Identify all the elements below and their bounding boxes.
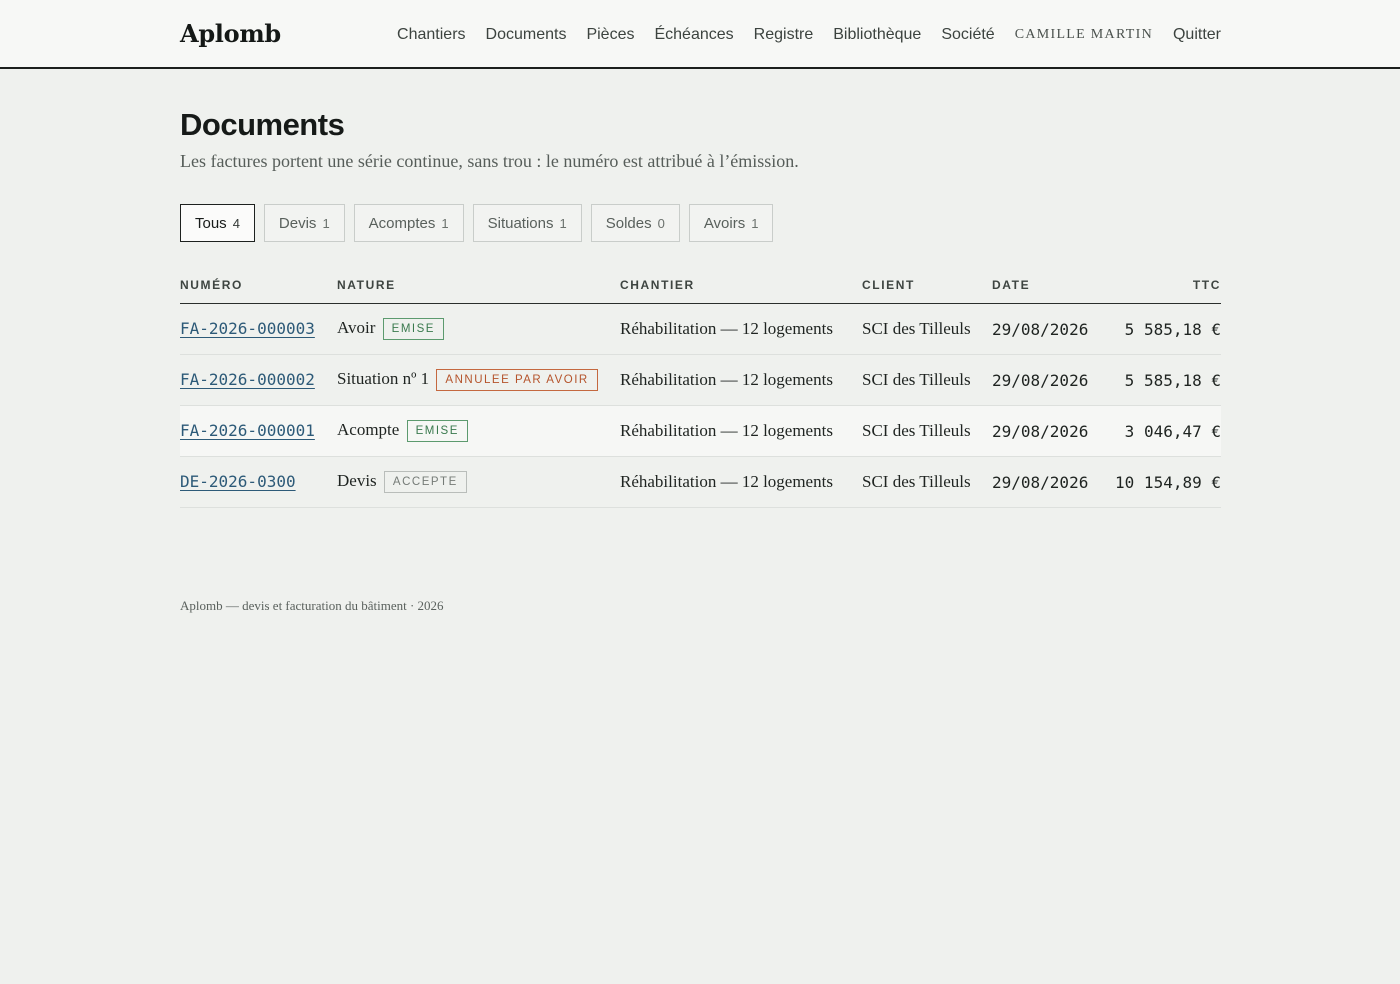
filter-situations[interactable]: Situations 1	[472, 204, 582, 242]
nature-label: Devis	[337, 471, 377, 490]
cell-numero: DE-2026-0300	[180, 456, 337, 508]
table-row[interactable]: FA-2026-000001 Acompte EMISE Réhabilitat…	[180, 405, 1221, 457]
column-header-ttc[interactable]: TTC	[1107, 278, 1221, 304]
cell-date: 29/08/2026	[992, 456, 1107, 508]
filter-label: Soldes	[605, 214, 652, 232]
status-badge: EMISE	[406, 420, 468, 442]
nav-item-echeances[interactable]: Échéances	[654, 26, 733, 44]
cell-client: SCI des Tilleuls	[862, 354, 992, 406]
cell-numero: FA-2026-000002	[180, 354, 337, 406]
filter-avoirs[interactable]: Avoirs 1	[688, 204, 774, 242]
filter-soldes[interactable]: Soldes 0	[590, 204, 680, 242]
filter-count: 0	[657, 215, 665, 231]
document-number-link[interactable]: FA-2026-000003	[180, 319, 315, 338]
filter-tous[interactable]: Tous 4	[180, 204, 255, 242]
column-header-chantier[interactable]: CHANTIER	[620, 278, 862, 304]
column-header-client[interactable]: CLIENT	[862, 278, 992, 304]
cell-nature: Acompte EMISE	[337, 405, 620, 457]
filter-label: Devis	[278, 214, 317, 232]
nav-item-societe[interactable]: Société	[941, 26, 994, 44]
table-header-row: NUMÉRO NATURE CHANTIER CLIENT DATE TTC	[180, 278, 1221, 304]
nav-item-bibliotheque[interactable]: Bibliothèque	[833, 26, 921, 44]
cell-numero: FA-2026-000001	[180, 405, 337, 457]
filter-devis[interactable]: Devis 1	[263, 204, 345, 242]
cell-nature: Avoir EMISE	[337, 303, 620, 355]
cell-ttc: 5 585,18 €	[1107, 354, 1221, 406]
user-name[interactable]: CAMILLE MARTIN	[1015, 27, 1153, 43]
nature-label: Avoir	[337, 318, 376, 337]
logout-link[interactable]: Quitter	[1173, 26, 1221, 44]
filter-label: Acomptes	[368, 214, 436, 232]
documents-table: NUMÉRO NATURE CHANTIER CLIENT DATE TTC F…	[180, 278, 1221, 508]
top-bar: Aplomb Chantiers Documents Pièces Échéan…	[0, 0, 1400, 69]
filter-label: Avoirs	[703, 214, 746, 232]
filter-count: 1	[751, 215, 759, 231]
document-number-link[interactable]: FA-2026-000001	[180, 421, 315, 440]
filter-tabs: Tous 4 Devis 1 Acomptes 1 Situations 1 S…	[180, 204, 1221, 242]
status-badge: ACCEPTE	[383, 471, 467, 493]
table-row[interactable]: FA-2026-000003 Avoir EMISE Réhabilitatio…	[180, 303, 1221, 355]
filter-count: 1	[559, 215, 567, 231]
table-row[interactable]: FA-2026-000002 Situation nº 1 ANNULEE PA…	[180, 354, 1221, 406]
cell-date: 29/08/2026	[992, 354, 1107, 406]
main-nav: Chantiers Documents Pièces Échéances Reg…	[397, 26, 1221, 44]
filter-acomptes[interactable]: Acomptes 1	[353, 204, 464, 242]
cell-date: 29/08/2026	[992, 405, 1107, 457]
filter-label: Tous	[195, 214, 227, 232]
document-number-link[interactable]: DE-2026-0300	[180, 472, 296, 491]
table-header: NUMÉRO NATURE CHANTIER CLIENT DATE TTC	[180, 278, 1221, 304]
nav-item-pieces[interactable]: Pièces	[586, 26, 634, 44]
cell-ttc: 3 046,47 €	[1107, 405, 1221, 457]
nav-item-chantiers[interactable]: Chantiers	[397, 26, 465, 44]
filter-count: 1	[441, 215, 449, 231]
cell-chantier: Réhabilitation — 12 logements	[620, 303, 862, 355]
cell-nature: Situation nº 1 ANNULEE PAR AVOIR	[337, 354, 620, 406]
cell-nature: Devis ACCEPTE	[337, 456, 620, 508]
status-badge: ANNULEE PAR AVOIR	[436, 369, 598, 391]
table-body: FA-2026-000003 Avoir EMISE Réhabilitatio…	[180, 303, 1221, 508]
brand-logo[interactable]: Aplomb	[180, 19, 281, 48]
cell-chantier: Réhabilitation — 12 logements	[620, 354, 862, 406]
column-header-numero[interactable]: NUMÉRO	[180, 278, 337, 304]
nav-item-registre[interactable]: Registre	[754, 26, 814, 44]
cell-date: 29/08/2026	[992, 303, 1107, 355]
page-subtitle: Les factures portent une série continue,…	[180, 151, 799, 171]
table-row[interactable]: DE-2026-0300 Devis ACCEPTE Réhabilitatio…	[180, 456, 1221, 508]
cell-ttc: 5 585,18 €	[1107, 303, 1221, 355]
nav-item-documents[interactable]: Documents	[486, 26, 567, 44]
cell-client: SCI des Tilleuls	[862, 456, 992, 508]
top-bar-inner: Aplomb Chantiers Documents Pièces Échéan…	[180, 0, 1221, 69]
column-header-date[interactable]: DATE	[992, 278, 1107, 304]
status-badge: EMISE	[382, 318, 444, 340]
cell-ttc: 10 154,89 €	[1107, 456, 1221, 508]
page-footer: Aplomb — devis et facturation du bâtimen…	[180, 598, 444, 613]
filter-count: 1	[322, 215, 330, 231]
nature-label: Situation nº 1	[337, 369, 430, 388]
cell-chantier: Réhabilitation — 12 logements	[620, 405, 862, 457]
cell-client: SCI des Tilleuls	[862, 405, 992, 457]
main-content: Documents Les factures portent une série…	[180, 107, 1221, 614]
document-number-link[interactable]: FA-2026-000002	[180, 370, 315, 389]
column-header-nature[interactable]: NATURE	[337, 278, 620, 304]
cell-chantier: Réhabilitation — 12 logements	[620, 456, 862, 508]
page-title: Documents	[180, 107, 345, 142]
filter-label: Situations	[487, 214, 554, 232]
cell-numero: FA-2026-000003	[180, 303, 337, 355]
cell-client: SCI des Tilleuls	[862, 303, 992, 355]
nature-label: Acompte	[337, 420, 400, 439]
filter-count: 4	[232, 215, 240, 231]
